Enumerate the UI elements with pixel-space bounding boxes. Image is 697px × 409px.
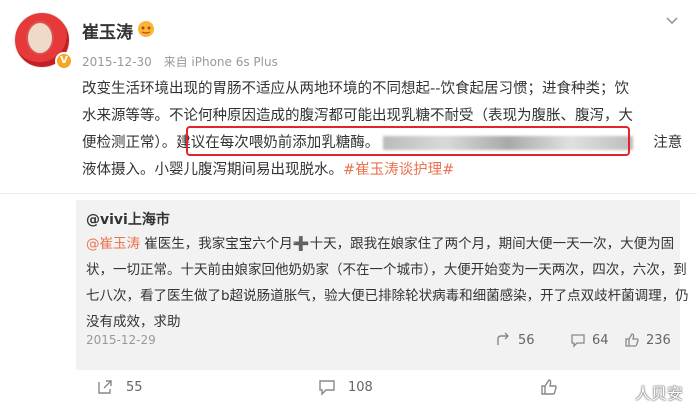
comment-button[interactable]: 108: [318, 378, 373, 396]
repost-line: 状，一切正常。十天前由娘家回他奶奶家（不在一个城市），大便开始变为一天两次，四次…: [86, 262, 687, 278]
post-line-text: 便检测正常）。: [82, 135, 177, 151]
post-line: 便检测正常）。建议在每次喂奶前添加乳糖酶。 注意: [82, 130, 682, 157]
post-line: 液体摄入。小婴儿腹泻期间易出现脱水。#崔玉涛谈护理#: [82, 157, 682, 184]
blurred-text: [383, 136, 634, 150]
share-icon: [98, 380, 112, 394]
hashtag-link[interactable]: #崔玉涛谈护理#: [343, 162, 454, 178]
chevron-down-icon[interactable]: [665, 14, 679, 28]
thumbs-up-icon: [541, 379, 557, 395]
comment-icon: [319, 380, 335, 396]
post-source: 来自 iPhone 6s Plus: [163, 55, 278, 69]
reposted-card[interactable]: @vivi上海市 @崔玉涛 崔医生，我家宝宝六个月➕十天，跟我在娘家住了两个月，…: [76, 200, 689, 370]
member-crown-icon[interactable]: [136, 19, 156, 37]
mention-link[interactable]: @崔玉涛: [86, 236, 140, 252]
weibo-logo-icon: [611, 388, 629, 400]
watermark-text: 人贝安: [634, 384, 683, 403]
repost-repost-count: 56: [518, 332, 535, 348]
post-line-tail: 注意: [653, 135, 683, 151]
post-meta: 2015-12-30 来自 iPhone 6s Plus: [82, 53, 286, 70]
post-action-bar: 55 108 人贝安: [0, 372, 697, 409]
post-username[interactable]: 崔玉涛: [82, 18, 133, 43]
post-content: 改变生活环境出现的胃肠不适应从两地环境的不同想起--饮食起居习惯；进食种类；饮 …: [82, 76, 682, 184]
post-header: V 崔玉涛 2015-12-30 来自 iPhone 6s Plus: [0, 0, 697, 78]
avatar-face: [28, 23, 52, 53]
comment-count: 108: [348, 379, 373, 395]
comment-icon: [571, 334, 585, 348]
repost-line: 七八次，看了医生做了b超说肠道胀气，验大便已排除轮状病毒和细菌感染，开了点双歧杆…: [86, 288, 689, 304]
post-line-text: 液体摄入。小婴儿腹泻期间易出现脱水。: [82, 162, 343, 178]
highlighted-advice: 建议在每次喂奶前添加乳糖酶。: [176, 135, 380, 151]
repost-date[interactable]: 2015-12-29: [86, 333, 156, 347]
share-button[interactable]: 55: [96, 378, 143, 396]
repost-username[interactable]: @vivi上海市: [86, 209, 170, 229]
repost-like-count: 236: [646, 332, 671, 348]
post-line: 水来源等等。不论何种原因造成的腹泻都可能出现乳糖不耐受（表现为腹胀、腹泻，大: [82, 108, 633, 124]
repost-like-stat[interactable]: 236: [624, 332, 671, 348]
share-count: 55: [126, 379, 143, 395]
like-button[interactable]: [540, 378, 570, 396]
verified-badge-icon: V: [55, 52, 73, 70]
divider: [0, 193, 697, 194]
watermark: 人贝安: [611, 380, 683, 404]
thumbs-up-icon: [625, 333, 639, 347]
repost-repost-stat[interactable]: 56: [496, 332, 535, 348]
repost-comment-count: 64: [592, 332, 609, 348]
repost-comment-stat[interactable]: 64: [570, 332, 609, 348]
repost-line: @崔玉涛 崔医生，我家宝宝六个月➕十天，跟我在娘家住了两个月，期间大便一天一次，…: [86, 231, 674, 257]
repost-content: @崔玉涛 崔医生，我家宝宝六个月➕十天，跟我在娘家住了两个月，期间大便一天一次，…: [86, 231, 689, 335]
repost-line-text: 崔医生，我家宝宝六个月➕十天，跟我在娘家住了两个月，期间大便一天一次，大便为固: [140, 236, 675, 252]
post-line: 改变生活环境出现的胃肠不适应从两地环境的不同想起--饮食起居习惯；进食种类；饮: [82, 81, 629, 97]
repost-icon: [497, 332, 509, 345]
post-date[interactable]: 2015-12-30: [82, 55, 152, 69]
